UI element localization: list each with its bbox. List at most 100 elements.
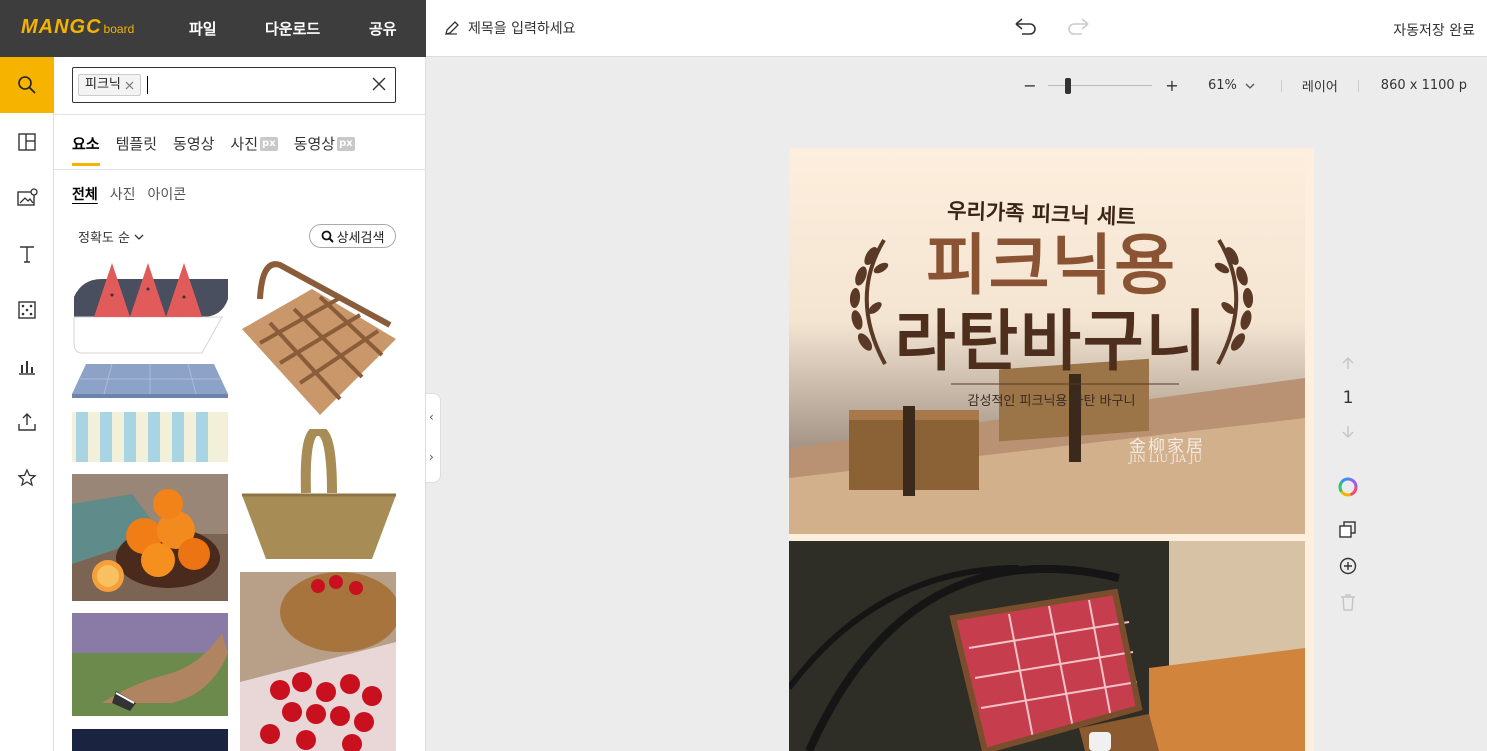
layer-button[interactable]: 레이어 [1302,76,1338,95]
duplicate-icon[interactable] [1339,521,1357,539]
layout-icon [18,133,36,151]
logo-subtext: board [103,22,135,36]
canvas-page[interactable]: 우리가족 피크닉 세트 피크닉용 라탄바구니 감성적인 피크닉용 라탄 바구니 … [789,148,1314,751]
rail-text[interactable] [0,226,54,282]
advanced-search-label: 상세검색 [336,230,385,246]
chip-close-icon[interactable] [125,81,134,90]
headline-line-2[interactable]: 라탄바구니 [789,304,1314,380]
caption-text[interactable]: 감성적인 피크닉용 라탄 바구니 [789,390,1314,409]
rail-template[interactable] [0,114,54,170]
title-placeholder: 제목을 입력하세요 [468,21,576,37]
search-icon [18,76,36,94]
tab-videos-px[interactable]: 동영상 px [294,133,355,154]
logo-text: MANGC [21,16,102,38]
arrow-down-icon[interactable] [1340,424,1356,440]
zoom-track [1048,84,1152,86]
sort-dropdown[interactable]: 정확도 순 [78,227,144,246]
tab-elements[interactable]: 요소 [72,133,100,166]
canvas-size[interactable]: 860 x 1100 p [1381,78,1467,93]
separator [1280,79,1282,92]
px-badge: px [260,136,278,151]
tab-label: 요소 [72,135,100,153]
brand-area: MANGC board 파일 다운로드 공유 [0,0,426,57]
redo-icon[interactable] [1066,16,1092,38]
tab-templates[interactable]: 템플릿 [116,133,157,154]
zoom-thumb[interactable] [1065,77,1072,94]
divider [54,169,426,170]
logo[interactable]: MANGC board [21,16,134,39]
sort-label: 정확도 순 [78,231,130,246]
filter-icon[interactable]: 아이콘 [148,184,187,204]
chevron-right-icon: › [429,450,434,464]
blue-mat-thumbnail[interactable] [72,362,228,398]
divider [54,114,426,115]
tab-videos[interactable]: 동영상 [173,133,214,154]
search-chip[interactable]: 피크닉 [78,74,141,96]
panel-toggle[interactable]: ‹ › [426,393,441,483]
dice-icon [18,301,36,319]
zoom-out-button[interactable]: − [1020,76,1040,95]
zoom-bar: − + 61% 레이어 860 x 1100 p [1020,76,1467,95]
chip-label: 피크닉 [85,77,121,92]
text-caret [147,76,148,94]
undo-icon[interactable] [1012,16,1038,38]
add-page-icon[interactable] [1339,557,1357,575]
upload-icon [18,413,36,431]
pencil-icon [445,21,459,35]
advanced-search-button[interactable]: 상세검색 [309,224,396,248]
page-number: 1 [1342,388,1354,408]
chart-icon [19,361,35,375]
tab-label: 동영상 [173,135,215,153]
cherries-thumbnail[interactable] [240,572,396,751]
rail-chart[interactable] [0,338,54,394]
watermelon-thumbnail[interactable] [72,257,228,355]
zoom-slider[interactable] [1048,77,1152,94]
zoom-level[interactable]: 61% [1208,78,1237,93]
rail-favorites[interactable] [0,450,54,506]
text-icon [20,246,34,263]
top-bar: MANGC board 파일 다운로드 공유 제목을 입력하세요 자동저장 완료 [0,0,1487,57]
menu-download[interactable]: 다운로드 [265,18,320,39]
tab-label: 동영상 [293,135,336,153]
search-icon [321,230,334,243]
search-input[interactable]: 피크닉 [72,67,396,103]
star-icon [17,468,37,487]
arrow-up-icon[interactable] [1340,355,1356,371]
image-icon [17,188,38,206]
autosave-status: 자동저장 완료 [1393,23,1475,39]
px-badge: px [337,136,355,151]
tab-photos-px[interactable]: 사진 px [230,133,278,154]
separator [1357,79,1359,92]
chevron-down-icon [134,234,144,240]
title-input[interactable]: 제목을 입력하세요 [444,18,576,38]
dark-photo-thumbnail[interactable] [72,729,228,751]
rail-upload[interactable] [0,394,54,450]
close-icon[interactable] [371,76,387,92]
document-bar: 제목을 입력하세요 자동저장 완료 [426,0,1487,57]
headline-line-1[interactable]: 피크닉용 [789,228,1314,304]
tab-label: 사진 [230,135,259,153]
rail-elements[interactable] [0,282,54,338]
picnic-basket-thumbnail[interactable] [240,259,396,417]
rail-search[interactable] [0,57,54,113]
trash-icon[interactable] [1340,593,1356,611]
chevron-down-icon[interactable] [1245,81,1255,91]
tool-rail [0,57,54,751]
menu-file[interactable]: 파일 [189,18,217,39]
watermark-subtext: JIN LIU JIA JU [1129,454,1202,465]
rail-photo[interactable] [0,170,54,226]
legs-on-grass-thumbnail[interactable] [72,613,228,716]
filter-tabs: 전체 사진 아이콘 [72,184,186,204]
filter-all[interactable]: 전체 [72,184,98,204]
chevron-left-icon: ‹ [429,410,434,424]
tab-label: 템플릿 [115,135,158,153]
oranges-thumbnail[interactable] [72,474,228,601]
zoom-in-button[interactable]: + [1162,76,1182,95]
filter-photo[interactable]: 사진 [110,184,136,204]
color-wheel-icon[interactable] [1338,477,1358,497]
content-tabs: 요소 템플릿 동영상 사진 px 동영상 px [72,133,371,166]
woven-bag-thumbnail[interactable] [240,429,396,561]
menu-share[interactable]: 공유 [369,18,397,39]
search-panel: 피크닉 요소 템플릿 동영상 사진 px 동영상 px 전체 사진 아이콘 정확도 … [54,57,426,751]
striped-mat-thumbnail[interactable] [72,412,228,462]
